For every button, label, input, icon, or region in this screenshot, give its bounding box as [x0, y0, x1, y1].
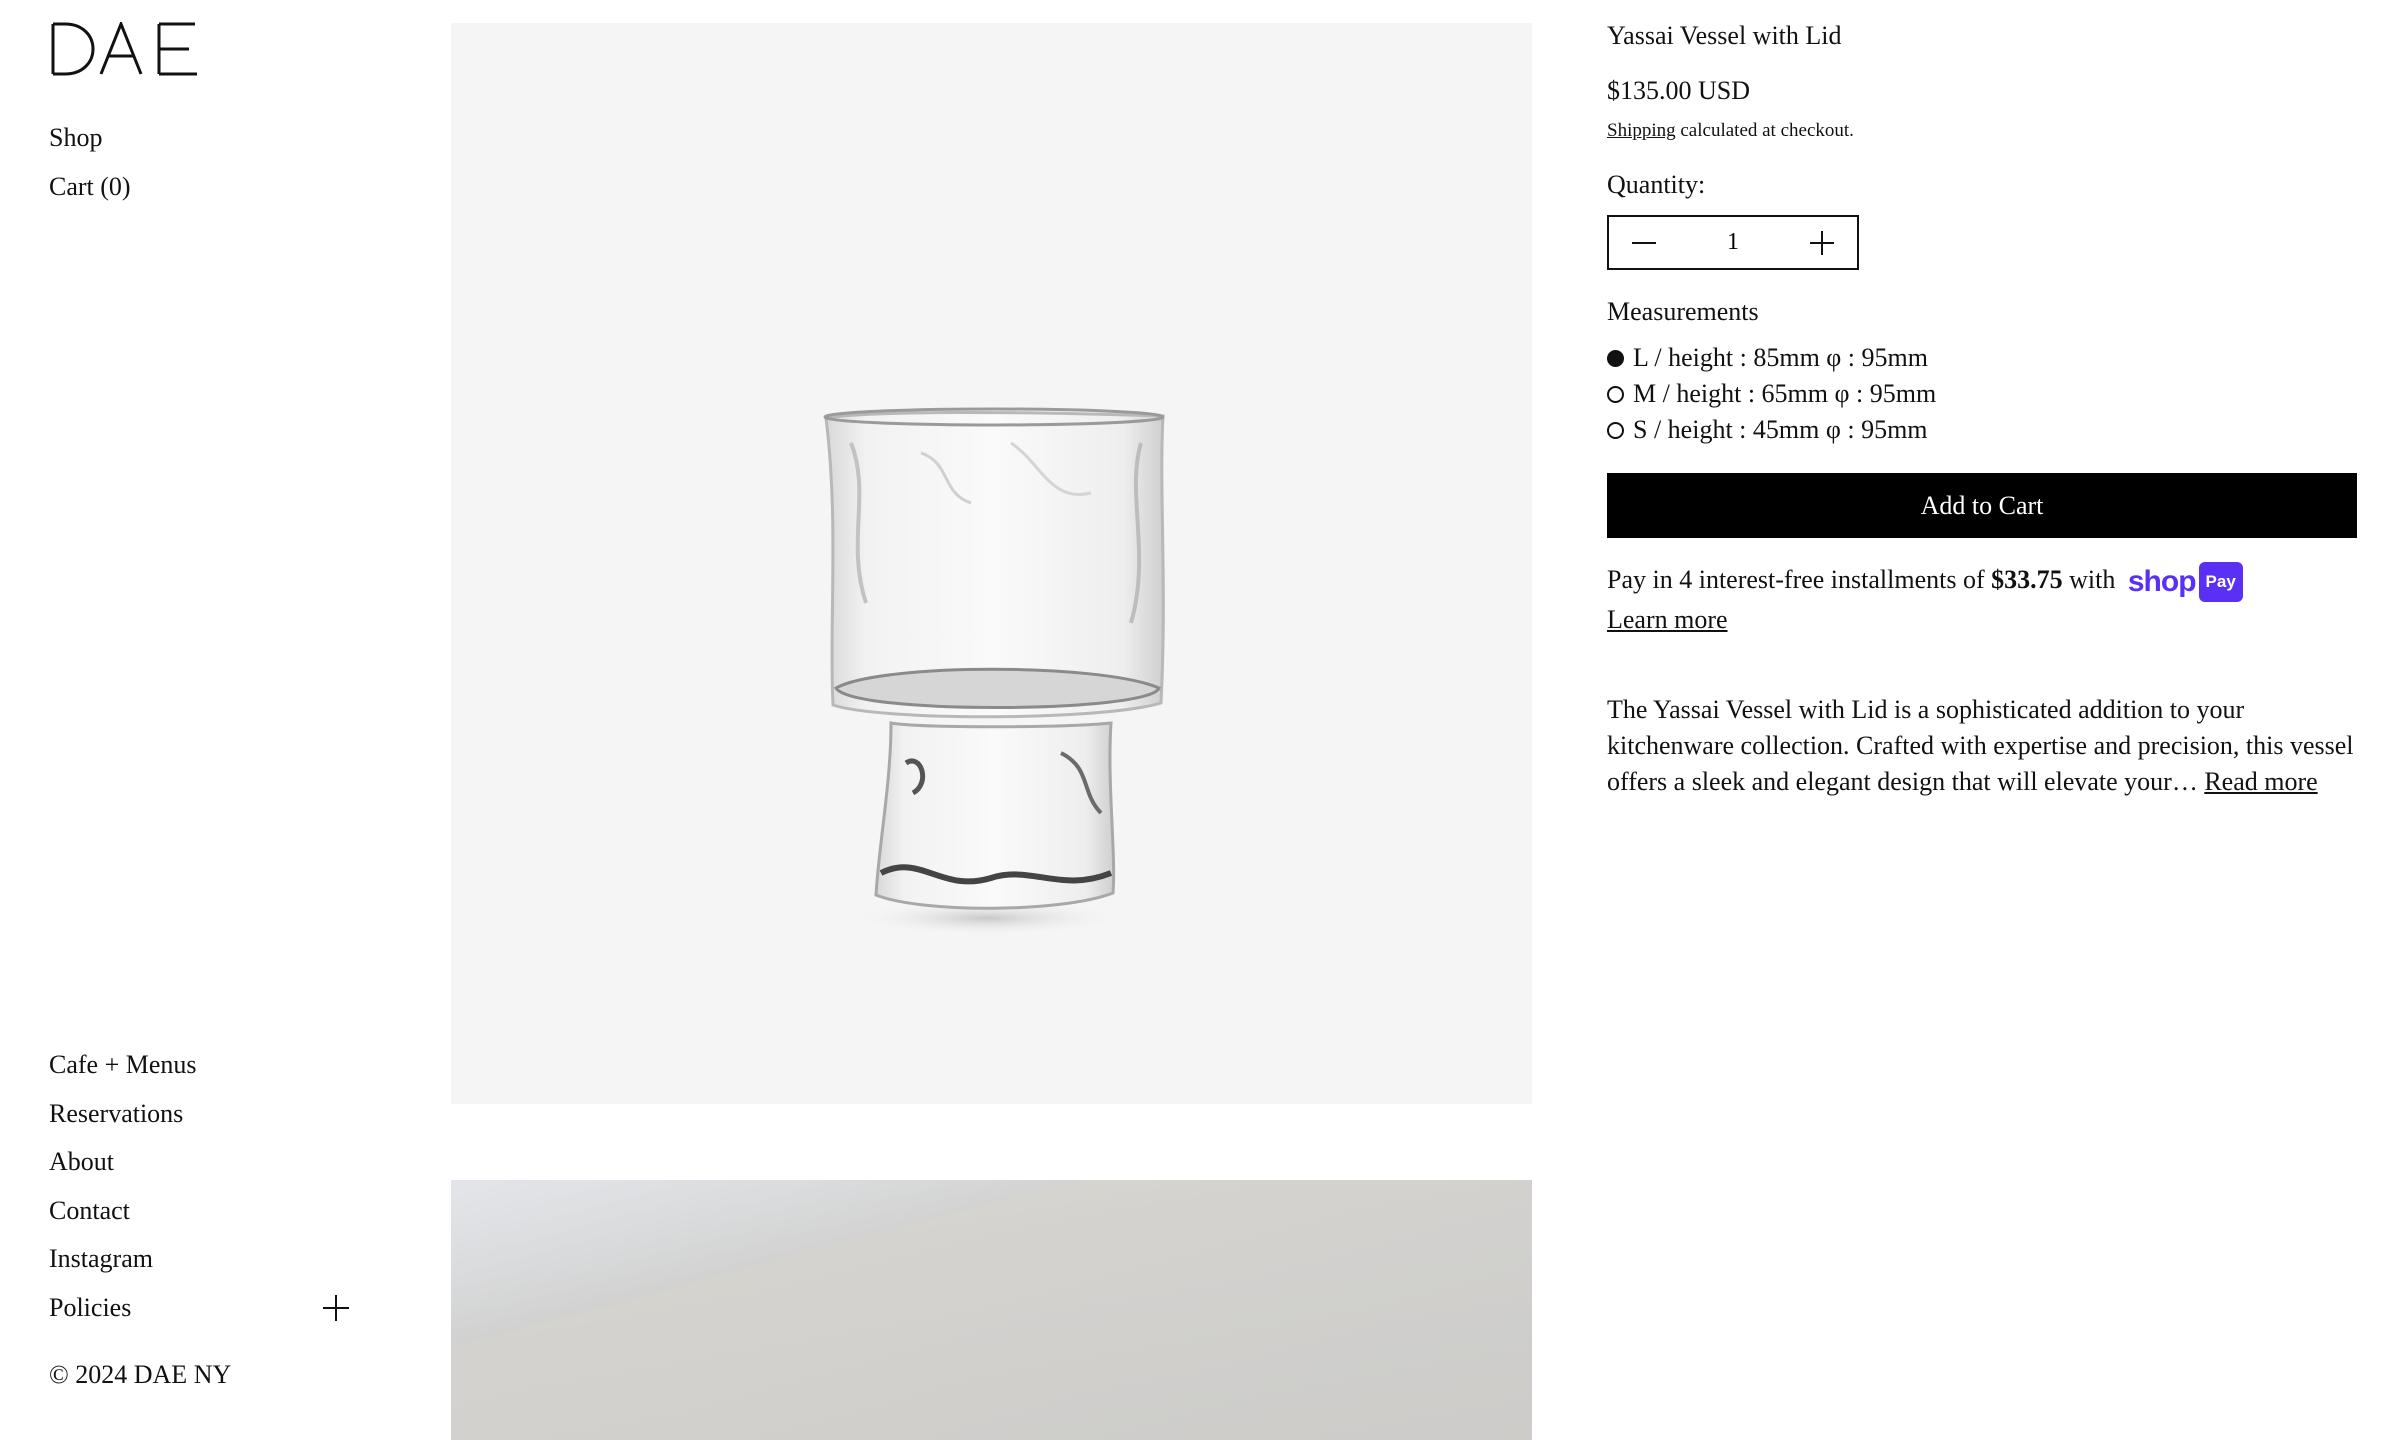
- installments-suffix: with: [2062, 565, 2116, 594]
- shop-pay-logo: shop Pay: [2127, 562, 2243, 603]
- increase-quantity-button[interactable]: [1787, 217, 1857, 268]
- radio-checked-icon[interactable]: [1607, 349, 1624, 367]
- option-label: L / height : 85mm φ : 95mm: [1633, 343, 1928, 372]
- product-price: $135.00 USD: [1607, 76, 1751, 105]
- image-lighting: [451, 1180, 1532, 1440]
- policies-row: Policies: [49, 1284, 349, 1333]
- product-description: The Yassai Vessel with Lid is a sophisti…: [1607, 692, 2357, 800]
- shipping-note: Shipping calculated at checkout.: [1607, 117, 2357, 145]
- radio-unchecked-icon[interactable]: [1607, 385, 1624, 403]
- minus-icon: [1632, 241, 1656, 244]
- shop-pay-badge: Pay: [2198, 562, 2243, 603]
- learn-more-link[interactable]: Learn more: [1607, 602, 1728, 638]
- decrease-quantity-button[interactable]: [1609, 217, 1679, 268]
- measurements-options: L / height : 85mm φ : 95mm M / height : …: [1607, 340, 2357, 448]
- product-image-main[interactable]: [451, 23, 1532, 1104]
- option-medium[interactable]: M / height : 65mm φ : 95mm: [1607, 376, 2357, 412]
- add-to-cart-button[interactable]: Add to Cart: [1607, 473, 2357, 538]
- product-title: Yassai Vessel with Lid: [1607, 21, 1842, 50]
- nav-cafe-menus[interactable]: Cafe + Menus: [49, 1041, 349, 1090]
- copyright: © 2024 DAE NY: [49, 1360, 232, 1389]
- option-small[interactable]: S / height : 45mm φ : 95mm: [1607, 412, 2357, 448]
- nav-shop[interactable]: Shop: [49, 113, 131, 162]
- radio-unchecked-icon[interactable]: [1607, 421, 1624, 439]
- nav-cart[interactable]: Cart (0): [49, 162, 131, 211]
- plus-icon[interactable]: [323, 1295, 349, 1322]
- secondary-nav: Cafe + Menus Reservations About Contact …: [49, 1041, 349, 1333]
- installments-amount: $33.75: [1991, 565, 2063, 594]
- quantity-stepper: [1607, 215, 1859, 270]
- installments-prefix: Pay in 4 interest-free installments of: [1607, 565, 1992, 594]
- nav-instagram[interactable]: Instagram: [49, 1235, 349, 1284]
- shipping-text: calculated at checkout.: [1675, 120, 1854, 141]
- read-more-link[interactable]: Read more: [2204, 767, 2317, 796]
- plus-icon: [1810, 230, 1834, 255]
- quantity-label: Quantity:: [1607, 170, 1706, 199]
- primary-nav: Shop Cart (0): [49, 113, 131, 211]
- option-label: M / height : 65mm φ : 95mm: [1633, 379, 1937, 408]
- nav-policies[interactable]: Policies: [49, 1284, 131, 1333]
- product-image-secondary[interactable]: [451, 1180, 1532, 1440]
- installments-message: Pay in 4 interest-free installments of $…: [1607, 562, 2357, 638]
- nav-contact[interactable]: Contact: [49, 1187, 349, 1236]
- shop-pay-word: shop: [2127, 565, 2197, 599]
- logo-mark: [51, 22, 197, 76]
- option-label: S / height : 45mm φ : 95mm: [1633, 415, 1928, 444]
- quantity-input[interactable]: [1681, 228, 1785, 257]
- measurements-label: Measurements: [1607, 297, 1759, 326]
- option-large[interactable]: L / height : 85mm φ : 95mm: [1607, 340, 2357, 376]
- glass-vessel-image: [823, 407, 1165, 936]
- nav-about[interactable]: About: [49, 1138, 349, 1187]
- logo[interactable]: [49, 22, 199, 76]
- product-info: Yassai Vessel with Lid $135.00 USD Shipp…: [1607, 18, 2357, 800]
- shipping-link[interactable]: Shipping: [1607, 120, 1676, 141]
- nav-reservations[interactable]: Reservations: [49, 1090, 349, 1139]
